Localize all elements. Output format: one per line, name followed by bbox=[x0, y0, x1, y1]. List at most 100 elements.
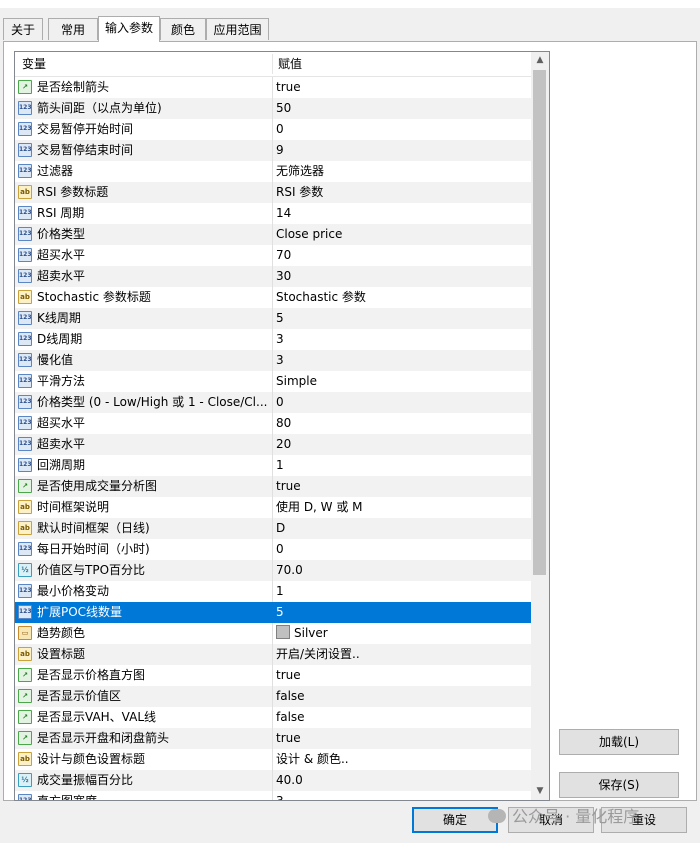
param-row[interactable]: 123 价格类型 (0 - Low/High 或 1 - Close/Cl... 0 bbox=[15, 392, 531, 413]
param-value[interactable]: true bbox=[276, 728, 528, 749]
param-row[interactable]: 123 过滤器 无筛选器 bbox=[15, 161, 531, 182]
param-value[interactable]: 20 bbox=[276, 434, 528, 455]
param-row[interactable]: 123 超卖水平 20 bbox=[15, 434, 531, 455]
param-value[interactable]: 5 bbox=[276, 602, 528, 623]
param-row[interactable]: 123 平滑方法 Simple bbox=[15, 371, 531, 392]
param-value[interactable]: 3 bbox=[276, 350, 528, 371]
param-value[interactable]: 40.0 bbox=[276, 770, 528, 791]
param-value[interactable]: true bbox=[276, 665, 528, 686]
param-value[interactable]: 设计 & 颜色.. bbox=[276, 749, 528, 770]
color-swatch[interactable] bbox=[276, 625, 290, 639]
param-row[interactable]: ↗ 是否绘制箭头 true bbox=[15, 77, 531, 98]
param-row[interactable]: ↗ 是否显示价格直方图 true bbox=[15, 665, 531, 686]
ok-button[interactable]: 确定 bbox=[412, 807, 498, 833]
param-row[interactable]: 123 扩展POC线数量 5 bbox=[15, 602, 531, 623]
tab-inputs[interactable]: 输入参数 bbox=[98, 16, 160, 42]
bool-param-icon: ↗ bbox=[18, 731, 32, 745]
param-value[interactable]: 0 bbox=[276, 539, 528, 560]
param-row[interactable]: ½ 成交量振幅百分比 40.0 bbox=[15, 770, 531, 791]
param-row[interactable]: ↗ 是否显示开盘和闭盘箭头 true bbox=[15, 728, 531, 749]
param-value[interactable]: 9 bbox=[276, 140, 528, 161]
param-row[interactable]: ab Stochastic 参数标题 Stochastic 参数 bbox=[15, 287, 531, 308]
param-value[interactable]: Close price bbox=[276, 224, 528, 245]
param-value[interactable]: 80 bbox=[276, 413, 528, 434]
param-value[interactable]: 1 bbox=[276, 581, 528, 602]
param-value[interactable]: Silver bbox=[276, 623, 528, 644]
bool-param-icon: ↗ bbox=[18, 479, 32, 493]
param-row[interactable]: 123 价格类型 Close price bbox=[15, 224, 531, 245]
param-value[interactable]: 5 bbox=[276, 308, 528, 329]
param-value[interactable]: 50 bbox=[276, 98, 528, 119]
param-value[interactable]: 3 bbox=[276, 329, 528, 350]
scrollbar-thumb[interactable] bbox=[533, 70, 546, 575]
reset-button[interactable]: 重设 bbox=[601, 807, 687, 833]
param-value[interactable]: D bbox=[276, 518, 528, 539]
param-value[interactable]: 无筛选器 bbox=[276, 161, 528, 182]
param-row[interactable]: 123 直方图宽度 3 bbox=[15, 791, 531, 801]
param-row[interactable]: ab 默认时间框架（日线) D bbox=[15, 518, 531, 539]
load-button[interactable]: 加载(L) bbox=[559, 729, 679, 755]
header-divider[interactable] bbox=[272, 54, 273, 74]
param-row[interactable]: ab 设计与颜色设置标题 设计 & 颜色.. bbox=[15, 749, 531, 770]
param-row[interactable]: ab 时间框架说明 使用 D, W 或 M bbox=[15, 497, 531, 518]
column-divider bbox=[272, 392, 273, 413]
column-header-value[interactable]: 赋值 bbox=[278, 52, 302, 76]
param-value[interactable]: 1 bbox=[276, 455, 528, 476]
cancel-button[interactable]: 取消 bbox=[508, 807, 594, 833]
scroll-down-icon[interactable]: ▼ bbox=[531, 783, 549, 800]
parameters-grid[interactable]: 变量 赋值 ↗ 是否绘制箭头 true 123 箭头间距（以点为单位) 50 123 交易暂停… bbox=[14, 51, 550, 801]
param-row[interactable]: 123 RSI 周期 14 bbox=[15, 203, 531, 224]
column-divider bbox=[272, 686, 273, 707]
scroll-up-icon[interactable]: ▲ bbox=[531, 52, 549, 69]
param-value[interactable]: Stochastic 参数 bbox=[276, 287, 528, 308]
param-row[interactable]: 123 每日开始时间（小时) 0 bbox=[15, 539, 531, 560]
param-value[interactable]: 70.0 bbox=[276, 560, 528, 581]
param-value[interactable]: 3 bbox=[276, 791, 528, 801]
param-value[interactable]: 70 bbox=[276, 245, 528, 266]
param-value-text: 使用 D, W 或 M bbox=[276, 500, 363, 514]
param-value[interactable]: 0 bbox=[276, 119, 528, 140]
param-row[interactable]: 123 慢化值 3 bbox=[15, 350, 531, 371]
tab-colors[interactable]: 颜色 bbox=[160, 18, 206, 40]
param-name: 设置标题 bbox=[37, 647, 86, 661]
vertical-scrollbar[interactable]: ▲ ▼ bbox=[531, 52, 549, 800]
string-param-icon: ab bbox=[18, 521, 32, 535]
tab-common[interactable]: 常用 bbox=[48, 18, 98, 40]
param-row[interactable]: ½ 价值区与TPO百分比 70.0 bbox=[15, 560, 531, 581]
param-row[interactable]: ↗ 是否显示VAH、VAL线 false bbox=[15, 707, 531, 728]
param-row[interactable]: 123 K线周期 5 bbox=[15, 308, 531, 329]
param-row[interactable]: 123 箭头间距（以点为单位) 50 bbox=[15, 98, 531, 119]
param-value[interactable]: 使用 D, W 或 M bbox=[276, 497, 528, 518]
param-row[interactable]: ab RSI 参数标题 RSI 参数 bbox=[15, 182, 531, 203]
param-row[interactable]: 123 超买水平 70 bbox=[15, 245, 531, 266]
param-row[interactable]: ↗ 是否使用成交量分析图 true bbox=[15, 476, 531, 497]
param-value[interactable]: false bbox=[276, 686, 528, 707]
param-row[interactable]: 123 交易暂停结束时间 9 bbox=[15, 140, 531, 161]
param-value[interactable]: false bbox=[276, 707, 528, 728]
param-value[interactable]: 0 bbox=[276, 392, 528, 413]
param-row[interactable]: ↗ 是否显示价值区 false bbox=[15, 686, 531, 707]
param-value-text: 3 bbox=[276, 794, 284, 801]
param-row[interactable]: ab 设置标题 开启/关闭设置.. bbox=[15, 644, 531, 665]
param-row[interactable]: 123 回溯周期 1 bbox=[15, 455, 531, 476]
param-value[interactable]: 30 bbox=[276, 266, 528, 287]
param-value[interactable]: 14 bbox=[276, 203, 528, 224]
param-row[interactable]: 123 最小价格变动 1 bbox=[15, 581, 531, 602]
column-header-variable[interactable]: 变量 bbox=[22, 52, 46, 76]
column-divider bbox=[272, 350, 273, 371]
param-value[interactable]: true bbox=[276, 77, 528, 98]
param-value[interactable]: RSI 参数 bbox=[276, 182, 528, 203]
param-value[interactable]: 开启/关闭设置.. bbox=[276, 644, 528, 665]
param-value[interactable]: true bbox=[276, 476, 528, 497]
param-row[interactable]: ▭ 趋势颜色 Silver bbox=[15, 623, 531, 644]
tab-about[interactable]: 关于 bbox=[3, 18, 43, 40]
title-strip bbox=[0, 0, 700, 8]
param-row[interactable]: 123 交易暂停开始时间 0 bbox=[15, 119, 531, 140]
save-button[interactable]: 保存(S) bbox=[559, 772, 679, 798]
param-row[interactable]: 123 超买水平 80 bbox=[15, 413, 531, 434]
param-value[interactable]: Simple bbox=[276, 371, 528, 392]
param-row[interactable]: 123 超卖水平 30 bbox=[15, 266, 531, 287]
tab-visualization[interactable]: 应用范围 bbox=[206, 18, 269, 40]
param-row[interactable]: 123 D线周期 3 bbox=[15, 329, 531, 350]
column-divider bbox=[272, 749, 273, 770]
